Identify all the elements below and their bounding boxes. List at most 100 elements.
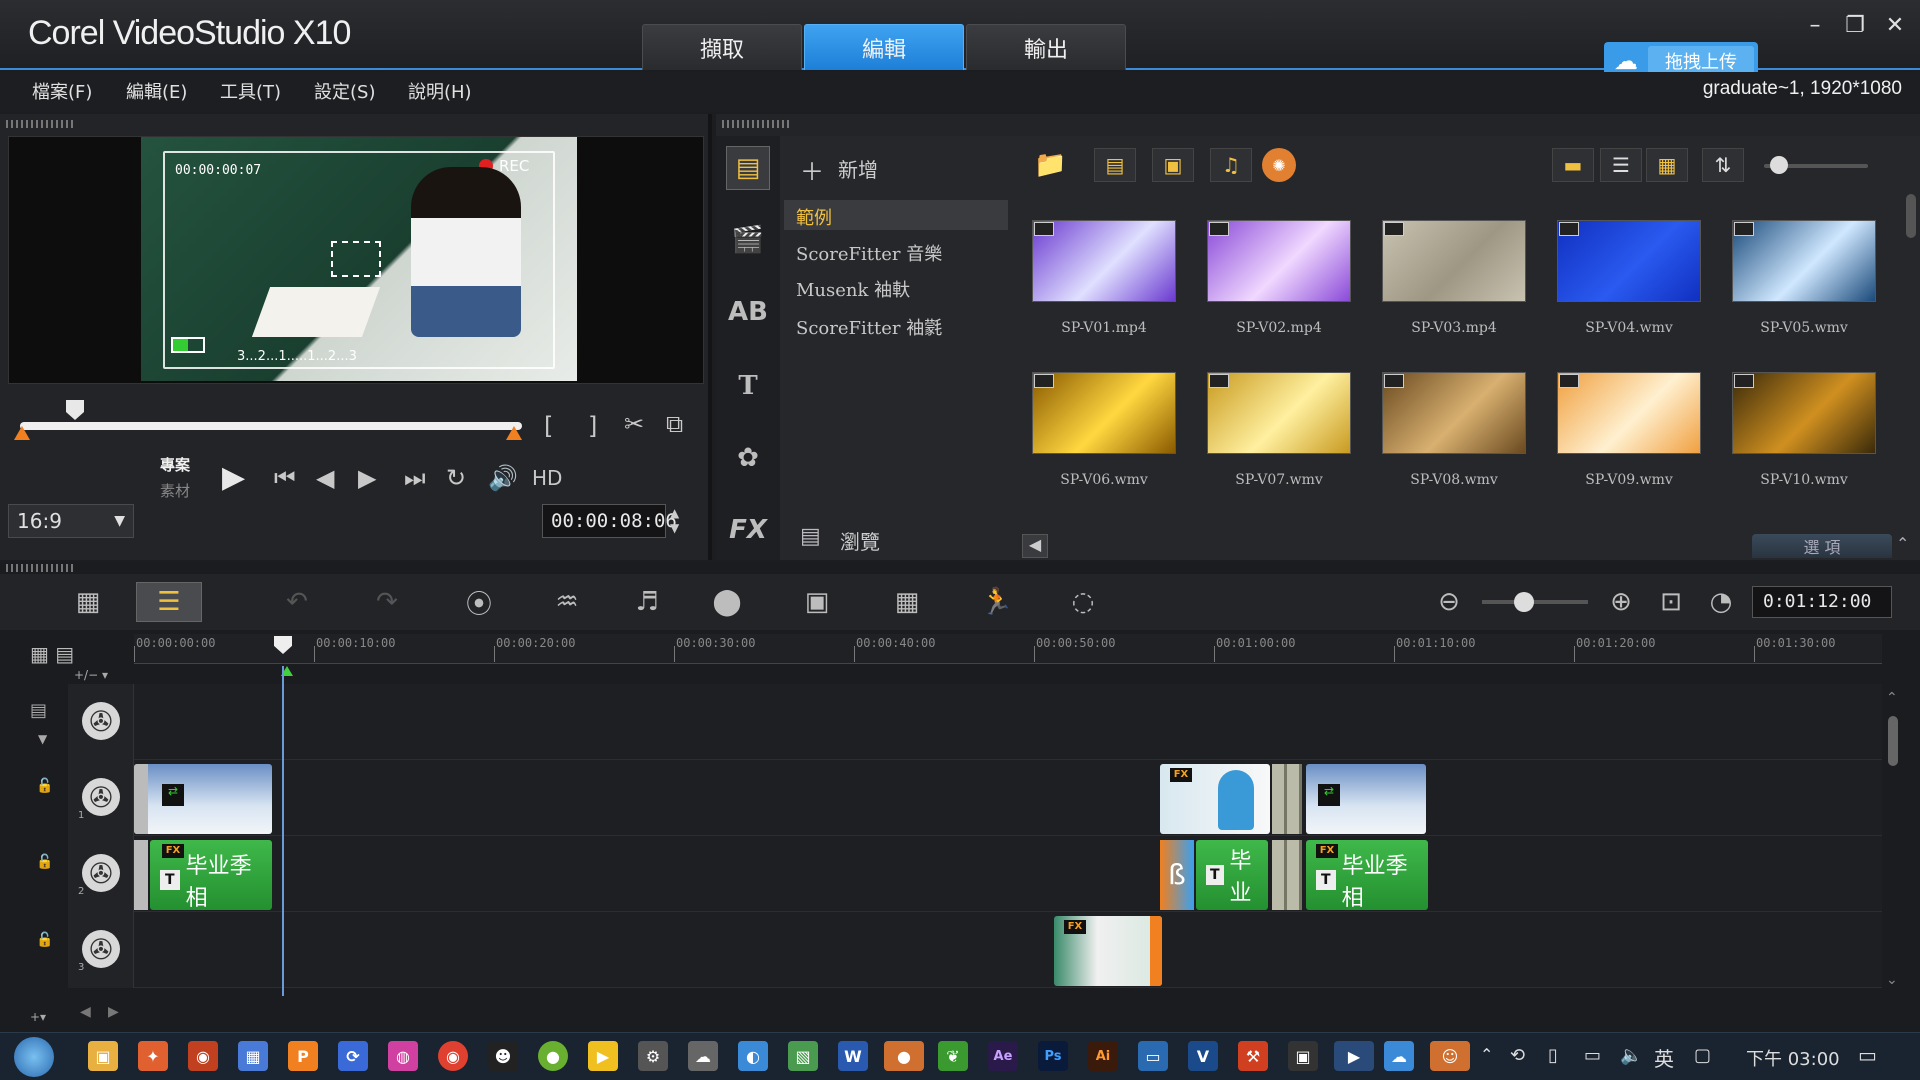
baidu-netdisk-icon[interactable]: ☁	[1384, 1041, 1414, 1071]
view-thumbnails-icon[interactable]: ▬	[1552, 148, 1594, 182]
sort-icon[interactable]: ⇅	[1702, 148, 1744, 182]
scroll-left-icon[interactable]: ◀	[80, 1004, 91, 1020]
sky-clip[interactable]: ⇄	[1306, 764, 1426, 834]
show-photos-icon[interactable]: ▣	[1152, 148, 1194, 182]
tab-edit[interactable]: 編輯	[804, 24, 964, 70]
overlay-track-1[interactable]: ✇ 1 ⇄ FX ⇄	[68, 760, 1882, 836]
mark-out-icon[interactable]: ]	[588, 412, 597, 440]
media-thumbnail[interactable]: SP-V08.wmv	[1372, 350, 1548, 500]
notification-icon[interactable]: ▭	[1858, 1043, 1877, 1067]
title-clip[interactable]: FX T 毕业季相	[150, 840, 272, 910]
tray-sync-icon[interactable]: ⟲	[1510, 1045, 1525, 1066]
video-track[interactable]: ✇	[68, 684, 1882, 760]
transition-handle[interactable]	[1272, 764, 1302, 834]
tools-app-icon[interactable]: ⚒	[1238, 1041, 1268, 1071]
menu-help[interactable]: 說明(H)	[408, 78, 472, 104]
clock[interactable]: 下午 03:00	[1746, 1045, 1840, 1071]
lock-icon[interactable]: 🔓	[36, 778, 53, 794]
timeline-view-icon[interactable]: ☰	[136, 582, 202, 622]
group-photo-clip[interactable]: FX	[1054, 916, 1162, 986]
chevron-up-icon[interactable]: ⌃	[1480, 1045, 1493, 1064]
show-effects-icon[interactable]: ✺	[1262, 148, 1296, 182]
media-thumbnail[interactable]: SP-V10.wmv	[1722, 350, 1898, 500]
pdf-app-icon[interactable]: P	[288, 1041, 318, 1071]
undo-icon[interactable]: ↶	[272, 582, 322, 622]
transition-handle[interactable]	[1272, 840, 1302, 910]
transition-clip[interactable]: ß	[1160, 840, 1194, 910]
previous-frame-icon[interactable]: ◀	[316, 464, 334, 492]
thumbnail-size-handle[interactable]	[1770, 156, 1788, 174]
mask-creator-icon[interactable]: ◌	[1058, 582, 1108, 622]
graphic-icon[interactable]: ✿	[726, 436, 770, 480]
student-photo-clip[interactable]: FX	[1160, 764, 1270, 834]
timeline-ruler[interactable]: 00:00:00:00 00:00:10:00 00:00:20:00 00:00:3…	[134, 634, 1882, 664]
nav-item-scorefitter-music[interactable]: ScoreFitter 音樂	[796, 240, 942, 266]
media-app-icon[interactable]: ◉	[188, 1041, 218, 1071]
media-thumbnail[interactable]: SP-V05.wmv	[1722, 198, 1898, 348]
video-track-manager-icon[interactable]: ▦ ▤	[30, 642, 74, 666]
import-folder-icon[interactable]: 📁	[1034, 150, 1066, 180]
zoom-handle[interactable]	[1514, 592, 1534, 612]
auto-music-icon[interactable]: ♬	[622, 582, 672, 622]
ripple-edit-icon[interactable]: ▤	[30, 700, 47, 721]
media-thumbnail[interactable]: SP-V04.wmv	[1547, 198, 1723, 348]
film-reel-icon[interactable]: ✇	[82, 854, 120, 892]
active-app-icon[interactable]: ☺	[1430, 1041, 1470, 1071]
panel-grip[interactable]	[722, 120, 792, 128]
scroll-right-icon[interactable]: ▶	[108, 1004, 119, 1020]
chrome-icon[interactable]: ◉	[438, 1041, 468, 1071]
end-icon[interactable]: ⏭	[404, 464, 426, 492]
mode-project[interactable]: 專案	[160, 454, 190, 475]
fox-app-icon[interactable]: ✦	[138, 1041, 168, 1071]
title-clip[interactable]: T 毕业	[1196, 840, 1268, 910]
view-list-icon[interactable]: ☰	[1600, 148, 1642, 182]
instant-project-icon[interactable]: 🎬	[726, 218, 770, 262]
keyboard-icon[interactable]: ▢	[1694, 1045, 1711, 1066]
media-thumbnail[interactable]: SP-V01.mp4	[1022, 198, 1198, 348]
filter-icon[interactable]: FX	[726, 508, 770, 552]
transition-icon[interactable]: AB	[726, 290, 770, 334]
collapse-nav-icon[interactable]: ◀	[1022, 534, 1048, 558]
overlay-track-3[interactable]: ✇ 3 FX	[68, 912, 1882, 988]
lock-icon[interactable]: 🔓	[36, 932, 53, 948]
zoom-in-icon[interactable]: ⊕	[1596, 582, 1646, 622]
aspect-ratio-select[interactable]: 16:9 ▼	[8, 504, 134, 538]
options-button[interactable]: 選 項	[1752, 534, 1892, 558]
sky-clip[interactable]: ⇄	[134, 764, 272, 834]
plus-icon[interactable]: ＋	[800, 152, 824, 187]
add-track-icon[interactable]: +▾	[30, 1010, 46, 1024]
sound-mixer-icon[interactable]: ♒	[542, 582, 592, 622]
split-clip-icon[interactable]: ✂	[624, 410, 644, 438]
menu-edit[interactable]: 編輯(E)	[126, 78, 187, 104]
tab-capture[interactable]: 擷取	[642, 24, 802, 70]
play-icon[interactable]: ▶	[222, 460, 245, 495]
home-icon[interactable]: ⏮	[274, 464, 296, 492]
timecode-stepper-icon[interactable]: ▲ ▼	[670, 506, 679, 536]
chevron-down-icon[interactable]: ⌄	[1886, 972, 1898, 988]
restore-icon[interactable]: ❐	[1842, 12, 1868, 38]
start-icon[interactable]	[14, 1037, 54, 1077]
photoshop-icon[interactable]: Ps	[1038, 1041, 1068, 1071]
add-folder-label[interactable]: 新增	[838, 154, 878, 183]
timeline-scroll-thumb[interactable]	[1888, 716, 1898, 766]
storyboard-view-icon[interactable]: ▦	[58, 582, 118, 622]
hd-preview-button[interactable]: HD	[532, 466, 562, 490]
line-icon[interactable]: ●	[884, 1041, 924, 1071]
chevron-down-icon[interactable]: ▼	[38, 732, 47, 746]
settings-icon[interactable]: ⚙	[638, 1041, 668, 1071]
library-scrollbar[interactable]	[1906, 194, 1916, 238]
trim-end-handle[interactable]	[506, 426, 522, 440]
after-effects-icon[interactable]: Ae	[988, 1041, 1018, 1071]
nav-item-scorefitter[interactable]: ScoreFitter 袖氋	[796, 314, 942, 340]
browse-label[interactable]: 瀏覽	[840, 526, 880, 555]
screen-recorder-icon[interactable]: ▭	[1138, 1041, 1168, 1071]
menu-file[interactable]: 檔案(F)	[32, 78, 92, 104]
cloud-sync-icon[interactable]: ☁	[688, 1041, 718, 1071]
image-viewer-icon[interactable]: ▧	[788, 1041, 818, 1071]
repeat-icon[interactable]: ↻	[446, 464, 466, 492]
show-audio-icon[interactable]: ♫	[1210, 148, 1252, 182]
trim-bar[interactable]	[20, 422, 522, 430]
panel-grip[interactable]	[6, 564, 76, 572]
redo-icon[interactable]: ↷	[362, 582, 412, 622]
record-capture-icon[interactable]: ⦿	[454, 582, 504, 622]
